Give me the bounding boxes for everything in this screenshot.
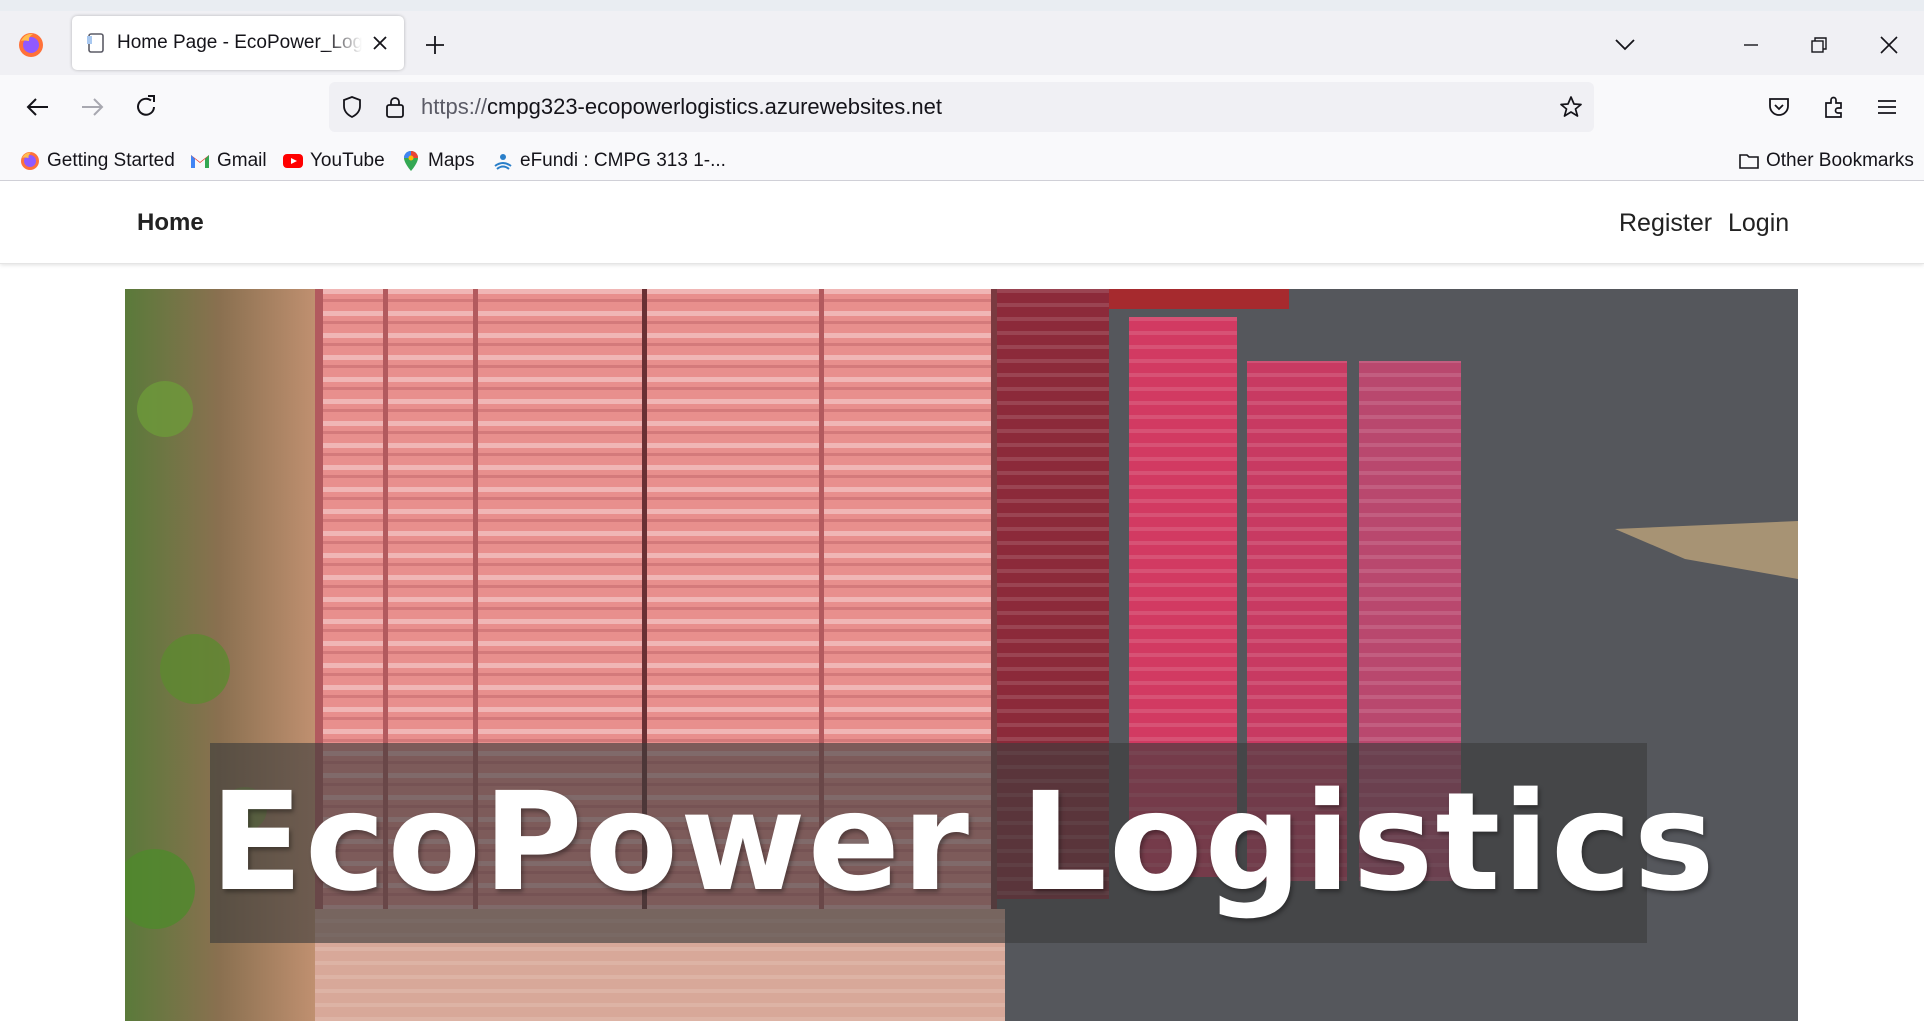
pocket-icon[interactable] (1765, 93, 1793, 121)
firefox-icon (21, 152, 39, 170)
site-navbar: Home Register Login (0, 181, 1924, 264)
shield-icon[interactable] (339, 94, 365, 120)
gmail-icon (191, 155, 209, 168)
url-host: cmpg323-ecopowerlogistics.azurewebsites.… (487, 94, 942, 119)
folder-icon (1739, 154, 1759, 169)
star-icon[interactable] (1558, 94, 1584, 120)
address-bar[interactable]: https://cmpg323-ecopowerlogistics.azurew… (329, 82, 1594, 132)
browser-titlebar: Home Page - EcoPower_Logistics (0, 0, 1924, 75)
browser-toolbar: https://cmpg323-ecopowerlogistics.azurew… (0, 75, 1924, 140)
nav-register-link[interactable]: Register (1619, 209, 1712, 238)
bookmark-label: YouTube (310, 150, 385, 171)
bookmark-getting-started[interactable]: Getting Started (19, 149, 175, 173)
other-bookmarks[interactable]: Other Bookmarks (1738, 149, 1914, 173)
bookmark-gmail[interactable]: Gmail (189, 149, 267, 173)
bookmark-maps[interactable]: Maps (400, 149, 474, 173)
efundi-icon (494, 154, 512, 170)
chevron-down-icon[interactable] (1612, 33, 1638, 55)
bookmarks-bar: Getting Started Gmail YouTube Maps eFund… (0, 140, 1924, 181)
hero-banner: EcoPower Logistics (125, 289, 1798, 1021)
nav-login-link[interactable]: Login (1728, 209, 1789, 238)
url-text[interactable]: https://cmpg323-ecopowerlogistics.azurew… (421, 95, 942, 119)
minimize-icon[interactable] (1738, 32, 1764, 58)
firefox-icon[interactable] (17, 31, 45, 59)
close-icon[interactable] (368, 31, 392, 55)
bookmark-label: eFundi : CMPG 313 1-... (520, 150, 726, 171)
other-bookmarks-label: Other Bookmarks (1766, 150, 1914, 171)
reload-icon[interactable] (131, 92, 161, 122)
bookmark-label: Getting Started (47, 150, 175, 171)
hero-title: EcoPower Logistics (210, 764, 1717, 922)
restore-icon[interactable] (1806, 32, 1832, 58)
url-scheme: https:// (421, 94, 488, 119)
extensions-icon[interactable] (1820, 93, 1848, 121)
back-arrow-icon[interactable] (23, 92, 53, 122)
bookmark-label: Maps (428, 150, 475, 171)
lock-icon[interactable] (383, 94, 407, 120)
bookmark-youtube[interactable]: YouTube (282, 149, 385, 173)
nav-home-link[interactable]: Home (137, 209, 204, 237)
bookmark-efundi[interactable]: eFundi : CMPG 313 1-... (492, 149, 726, 173)
youtube-icon (283, 154, 303, 168)
web-page: Home Register Login EcoPower Logistics (0, 181, 1924, 1021)
tab-home-page[interactable]: Home Page - EcoPower_Logistics (72, 16, 404, 70)
bookmark-label: Gmail (217, 150, 267, 171)
maps-icon (404, 151, 418, 171)
forward-arrow-icon[interactable] (77, 92, 107, 122)
window-close-icon[interactable] (1875, 31, 1903, 59)
titlebar-top-strip (0, 0, 1924, 11)
menu-icon[interactable] (1873, 93, 1901, 121)
new-tab-icon[interactable] (422, 32, 448, 58)
tab-title: Home Page - EcoPower_Logistics (117, 32, 362, 53)
page-icon (87, 33, 104, 53)
